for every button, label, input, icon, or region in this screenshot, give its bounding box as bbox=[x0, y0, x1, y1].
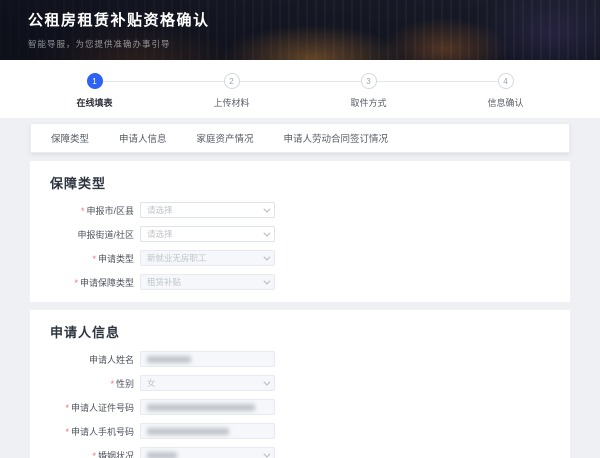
city-district-select[interactable]: 请选择 bbox=[140, 202, 275, 218]
required-marker: * bbox=[74, 278, 78, 288]
step-3-label: 取件方式 bbox=[350, 96, 386, 109]
section-applicant-info: 申请人信息 申请人姓名 *性别 女 *申请人证件号码 *申请人手机号码 *婚姻状… bbox=[30, 310, 570, 458]
chevron-down-icon bbox=[263, 253, 270, 260]
guarantee-type-select-disabled: 租赁补贴 bbox=[140, 274, 275, 290]
step-2-label: 上传材料 bbox=[213, 96, 249, 109]
step-pickup-method: 3 取件方式 bbox=[300, 73, 437, 109]
tab-guarantee-type[interactable]: 保障类型 bbox=[51, 131, 89, 145]
select-placeholder: 请选择 bbox=[147, 228, 173, 240]
select-value: 女 bbox=[147, 377, 156, 389]
redacted-value bbox=[147, 452, 177, 458]
field-label: *申请人手机号码 bbox=[50, 425, 134, 438]
section-title: 申请人信息 bbox=[50, 319, 550, 343]
id-number-input-disabled bbox=[140, 399, 275, 415]
form-row-phone-number: *申请人手机号码 bbox=[50, 423, 550, 439]
step-1-circle: 1 bbox=[87, 73, 103, 89]
street-community-select[interactable]: 请选择 bbox=[140, 226, 275, 242]
step-info-confirm: 4 信息确认 bbox=[437, 73, 574, 109]
required-marker: * bbox=[110, 379, 114, 389]
page-title: 公租房租赁补贴资格确认 bbox=[28, 9, 600, 30]
step-online-form: 1 在线填表 bbox=[26, 73, 163, 109]
redacted-value bbox=[147, 356, 191, 363]
chevron-down-icon bbox=[263, 378, 270, 385]
step-4-label: 信息确认 bbox=[487, 96, 523, 109]
step-upload-materials: 2 上传材料 bbox=[163, 73, 300, 109]
chevron-down-icon bbox=[263, 229, 270, 236]
stepper-band: 1 在线填表 2 上传材料 3 取件方式 4 信息确认 bbox=[0, 60, 600, 118]
form-row-street-community: 申报街道/社区 请选择 bbox=[50, 226, 550, 242]
field-label: 申报街道/社区 bbox=[50, 228, 134, 241]
select-placeholder: 请选择 bbox=[147, 204, 173, 216]
field-label: *申请类型 bbox=[50, 252, 134, 265]
required-marker: * bbox=[81, 206, 85, 216]
section-title: 保障类型 bbox=[50, 170, 550, 194]
page-subtitle: 智能导服，为您提供准确办事引导 bbox=[28, 38, 600, 50]
field-label: *申报市/区县 bbox=[50, 204, 134, 217]
tab-labor-contract[interactable]: 申请人劳动合同签订情况 bbox=[284, 131, 389, 145]
field-label: 申请人姓名 bbox=[50, 353, 134, 366]
apply-type-select-disabled: 新就业无房职工 bbox=[140, 250, 275, 266]
required-marker: * bbox=[92, 451, 96, 458]
form-row-apply-type: *申请类型 新就业无房职工 bbox=[50, 250, 550, 266]
redacted-value bbox=[147, 404, 255, 411]
form-row-gender: *性别 女 bbox=[50, 375, 550, 391]
field-label: *申请人证件号码 bbox=[50, 401, 134, 414]
wizard-stepper: 1 在线填表 2 上传材料 3 取件方式 4 信息确认 bbox=[26, 60, 574, 109]
chevron-down-icon bbox=[263, 205, 270, 212]
field-label: *婚姻状况 bbox=[50, 449, 134, 458]
field-label: *申请保障类型 bbox=[50, 276, 134, 289]
form-row-guarantee-type: *申请保障类型 租赁补贴 bbox=[50, 274, 550, 290]
select-value: 租赁补贴 bbox=[147, 276, 181, 288]
chevron-down-icon bbox=[263, 450, 270, 457]
page-banner: 公租房租赁补贴资格确认 智能导服，为您提供准确办事引导 bbox=[0, 0, 600, 60]
marital-status-select-disabled bbox=[140, 447, 275, 458]
required-marker: * bbox=[65, 427, 69, 437]
form-row-city-district: *申报市/区县 请选择 bbox=[50, 202, 550, 218]
field-label: *性别 bbox=[50, 377, 134, 390]
form-row-applicant-name: 申请人姓名 bbox=[50, 351, 550, 367]
step-4-circle: 4 bbox=[498, 73, 514, 89]
select-value: 新就业无房职工 bbox=[147, 252, 207, 264]
required-marker: * bbox=[92, 254, 96, 264]
step-1-label: 在线填表 bbox=[76, 96, 112, 109]
section-tabbar: 保障类型 申请人信息 家庭资产情况 申请人劳动合同签订情况 bbox=[30, 123, 570, 153]
gender-select-disabled: 女 bbox=[140, 375, 275, 391]
form-row-id-number: *申请人证件号码 bbox=[50, 399, 550, 415]
chevron-down-icon bbox=[263, 277, 270, 284]
required-marker: * bbox=[65, 403, 69, 413]
applicant-name-input-disabled bbox=[140, 351, 275, 367]
tab-family-assets[interactable]: 家庭资产情况 bbox=[197, 131, 254, 145]
redacted-value bbox=[147, 428, 229, 435]
step-2-circle: 2 bbox=[224, 73, 240, 89]
phone-number-input-disabled bbox=[140, 423, 275, 439]
form-row-marital-status: *婚姻状况 bbox=[50, 447, 550, 458]
step-3-circle: 3 bbox=[361, 73, 377, 89]
tab-applicant-info[interactable]: 申请人信息 bbox=[119, 131, 167, 145]
section-guarantee-type: 保障类型 *申报市/区县 请选择 申报街道/社区 请选择 *申请类型 新就业无房… bbox=[30, 161, 570, 302]
